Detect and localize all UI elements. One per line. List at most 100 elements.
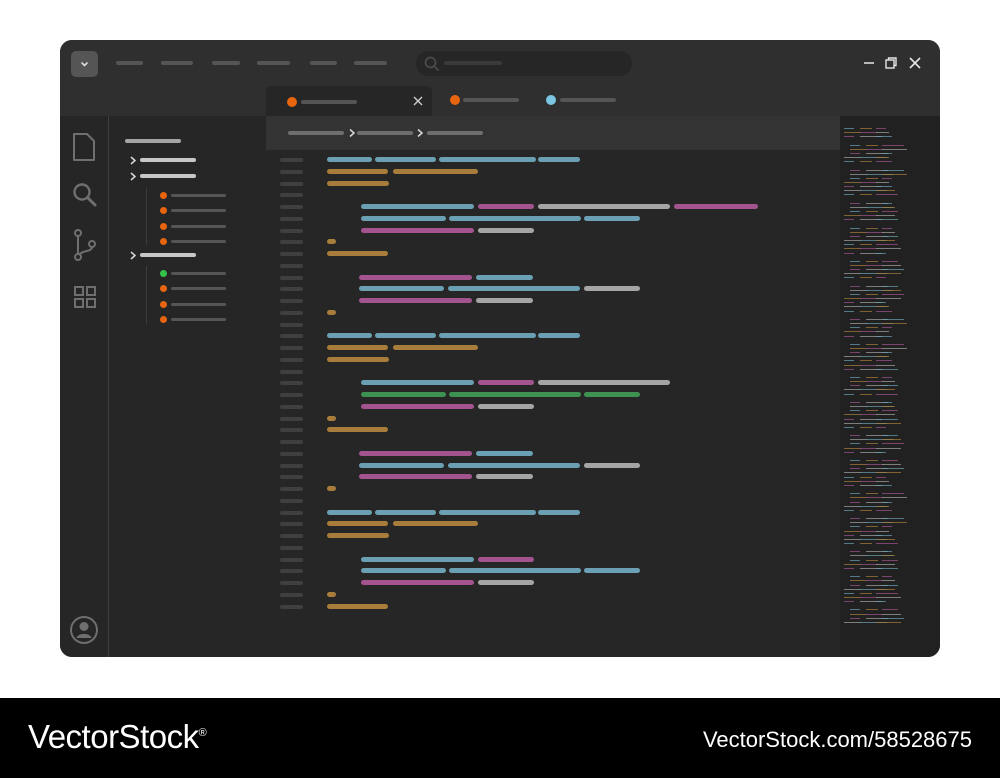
code-token — [476, 298, 533, 303]
minimap-line — [844, 389, 861, 391]
explorer-title — [125, 139, 181, 143]
file-item[interactable] — [157, 206, 237, 215]
file-label — [171, 272, 226, 275]
close-icon[interactable] — [906, 54, 924, 72]
file-status-dot — [160, 207, 167, 214]
minimap-line — [844, 194, 854, 196]
minimap-line — [876, 418, 898, 420]
code-area[interactable] — [266, 150, 840, 657]
breadcrumb-item[interactable] — [427, 131, 483, 135]
minimap-line — [876, 310, 892, 312]
minimap-line — [850, 144, 860, 146]
account-icon[interactable] — [69, 615, 99, 645]
minimap[interactable] — [840, 116, 940, 657]
chevron-right-icon[interactable] — [129, 251, 137, 260]
code-token — [449, 392, 581, 397]
restore-icon[interactable] — [882, 54, 900, 72]
menu-item[interactable] — [257, 61, 290, 65]
file-item[interactable] — [157, 269, 237, 278]
menu-item[interactable] — [310, 61, 337, 65]
minimap-line — [850, 343, 860, 345]
minimap-line — [860, 364, 877, 366]
file-icon[interactable] — [71, 132, 97, 162]
code-token — [478, 204, 534, 209]
code-token — [478, 380, 534, 386]
line-number — [280, 158, 303, 162]
file-item[interactable] — [157, 191, 237, 200]
minimap-line — [850, 464, 867, 466]
tab-file-3[interactable] — [528, 86, 628, 116]
minimap-line — [860, 447, 877, 449]
minimap-line — [850, 377, 860, 378]
menu-item[interactable] — [161, 61, 193, 65]
file-item[interactable] — [157, 300, 237, 309]
chevron-right-icon[interactable] — [129, 172, 137, 181]
minimap-line — [882, 323, 907, 325]
file-item[interactable] — [157, 222, 237, 231]
source-control-icon[interactable] — [72, 228, 98, 262]
minimap-line — [844, 414, 861, 416]
breadcrumb-item[interactable] — [357, 131, 413, 135]
minimap-line — [860, 360, 872, 362]
minimap-line — [882, 352, 892, 354]
minimap-line — [882, 177, 892, 179]
minimap-line — [876, 298, 901, 300]
minimap-line — [876, 302, 886, 304]
minimap-line — [876, 368, 898, 370]
chevron-down-icon — [81, 62, 88, 67]
minimap-line — [850, 576, 860, 578]
minimap-line — [876, 277, 886, 279]
menu-item[interactable] — [212, 61, 240, 65]
minimap-line — [876, 563, 895, 565]
line-number — [280, 534, 303, 538]
code-token — [478, 556, 534, 562]
minimap-line — [860, 596, 877, 598]
minimap-line — [882, 526, 892, 528]
watermark-logo: VectorStock® — [28, 718, 207, 755]
folder-label[interactable] — [140, 158, 196, 162]
minimap-line — [850, 327, 860, 329]
code-token — [393, 521, 478, 527]
close-icon[interactable] — [412, 95, 424, 107]
minimap-line — [844, 368, 854, 370]
minimap-line — [866, 343, 878, 345]
line-number — [280, 216, 303, 221]
chevron-right-icon[interactable] — [129, 156, 137, 165]
minimap-line — [844, 426, 854, 428]
search-input[interactable] — [416, 51, 632, 76]
breadcrumb-item[interactable] — [288, 131, 344, 135]
code-token — [393, 345, 478, 350]
minimap-line — [850, 294, 860, 295]
code-token — [327, 591, 336, 597]
minimap-line — [882, 385, 898, 387]
menu-item[interactable] — [354, 61, 387, 65]
minimap-line — [876, 248, 901, 250]
tab-file-2[interactable] — [432, 86, 528, 116]
file-item[interactable] — [157, 284, 237, 293]
file-item[interactable] — [157, 315, 237, 324]
menu-item[interactable] — [116, 61, 143, 65]
tab-file-dot — [546, 95, 556, 105]
file-item[interactable] — [157, 237, 237, 246]
code-token — [327, 168, 388, 174]
minimap-line — [844, 190, 861, 192]
file-label — [171, 209, 226, 212]
menu-button[interactable] — [71, 51, 98, 77]
minimap-line — [850, 410, 860, 412]
tab-file-1[interactable] — [266, 86, 432, 116]
code-token — [359, 450, 472, 456]
watermark-url: VectorStock.com/58528675 — [702, 727, 972, 752]
minimap-line — [850, 613, 867, 615]
minimap-line — [844, 132, 861, 134]
minimap-line — [850, 285, 860, 287]
extensions-icon[interactable] — [74, 286, 96, 308]
line-number — [280, 287, 303, 292]
minimap-line — [882, 318, 904, 320]
search-icon[interactable] — [72, 182, 98, 208]
line-number — [280, 416, 303, 421]
folder-label[interactable] — [140, 174, 196, 178]
minimap-line — [844, 538, 861, 540]
folder-label[interactable] — [140, 253, 196, 257]
minimap-line — [866, 148, 883, 150]
minimize-icon[interactable] — [860, 54, 878, 72]
